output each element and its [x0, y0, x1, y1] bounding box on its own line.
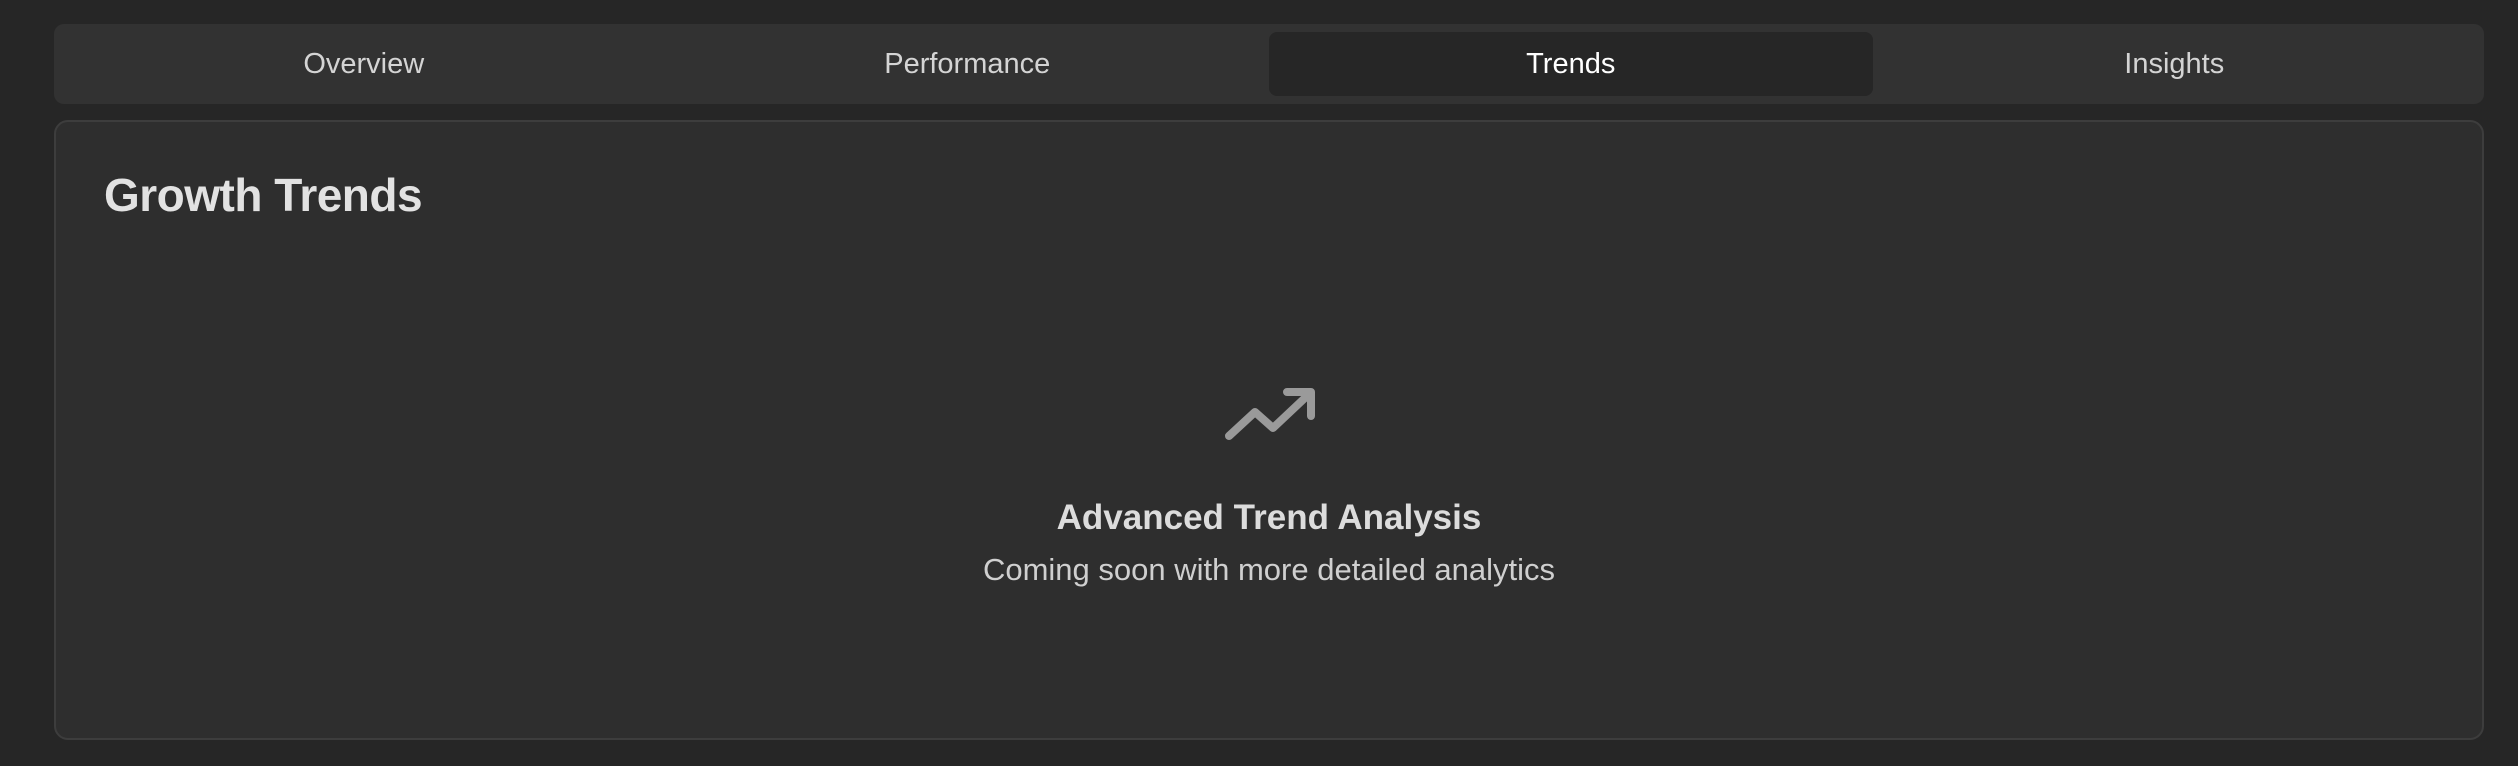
empty-state: Advanced Trend Analysis Coming soon with… — [56, 380, 2482, 588]
tab-insights[interactable]: Insights — [1873, 32, 2477, 96]
empty-state-title: Advanced Trend Analysis — [1056, 498, 1482, 537]
tab-bar: Overview Performance Trends Insights — [54, 24, 2484, 104]
tab-performance[interactable]: Performance — [666, 32, 1270, 96]
tab-overview[interactable]: Overview — [62, 32, 666, 96]
empty-state-subtitle: Coming soon with more detailed analytics — [982, 552, 1556, 587]
growth-trends-card: Growth Trends Advanced Trend Analysis Co… — [54, 120, 2484, 740]
card-title: Growth Trends — [104, 169, 423, 221]
trends-page: Overview Performance Trends Insights Gro… — [0, 0, 2518, 766]
trending-up-icon — [1225, 388, 1315, 440]
tab-trends[interactable]: Trends — [1269, 32, 1873, 96]
